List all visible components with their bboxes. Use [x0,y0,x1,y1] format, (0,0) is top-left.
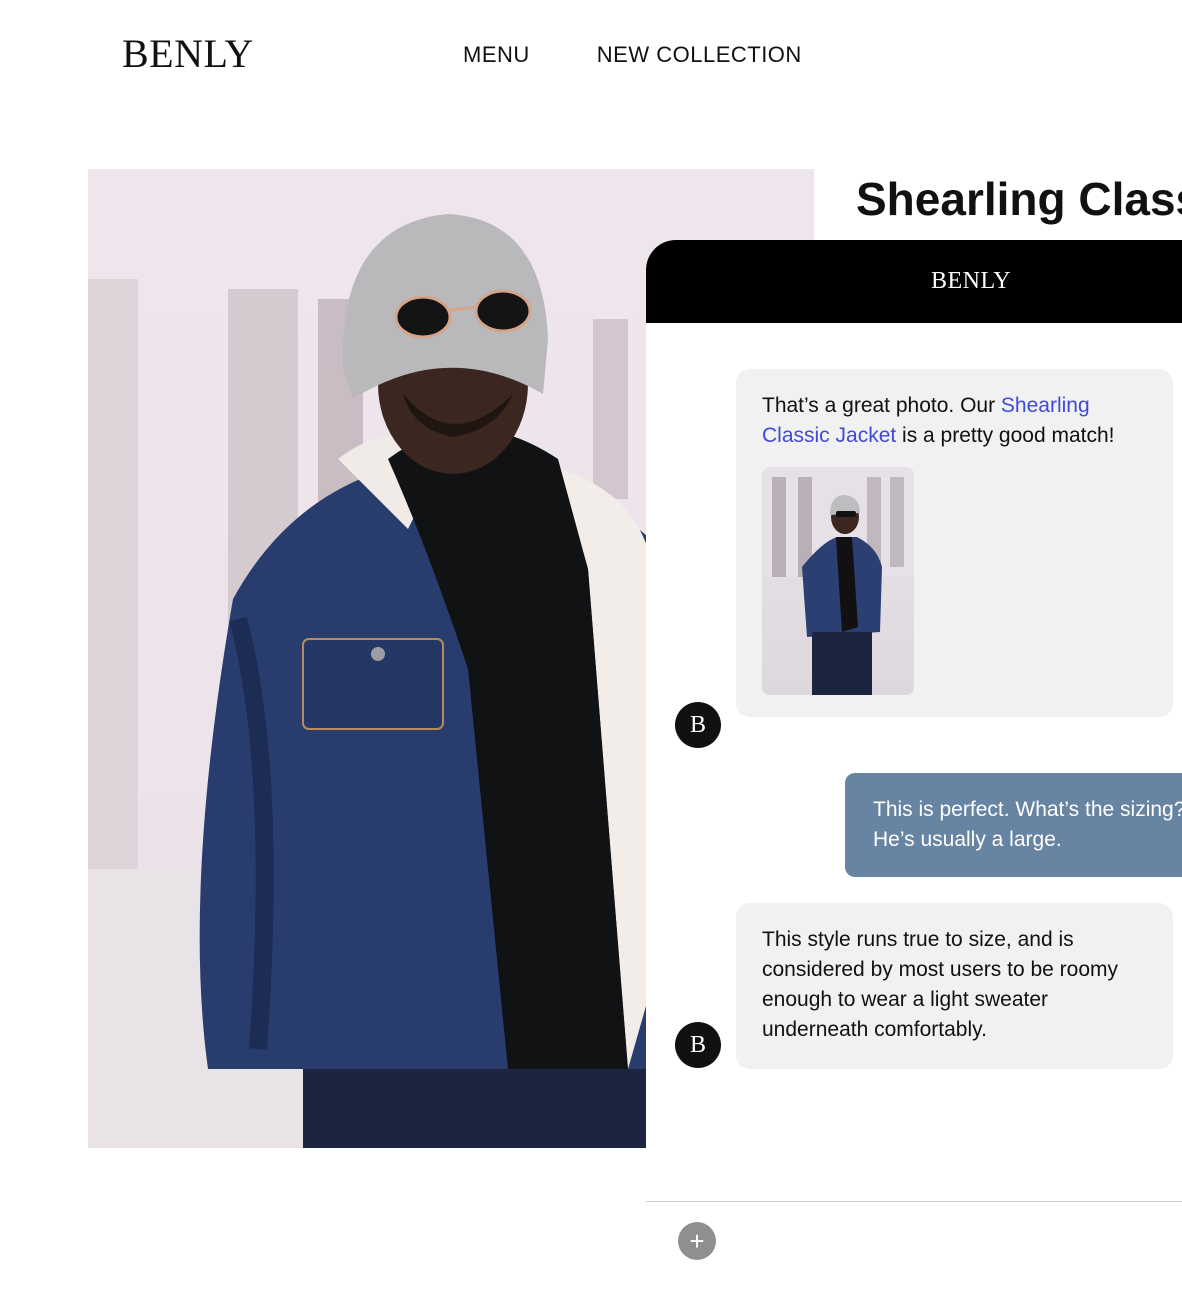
nav-new-collection[interactable]: NEW COLLECTION [597,42,802,68]
bot-message-text-end: is a pretty good match! [896,424,1115,447]
top-nav: MENU NEW COLLECTION [463,42,802,68]
chat-header-logo: BENLY [931,268,1012,294]
user-message-text: This is perfect. What’s the sizing? He’s… [873,798,1182,851]
bot-message: That’s a great photo. Our Shearling Clas… [736,369,1173,717]
nav-menu[interactable]: MENU [463,42,530,68]
product-thumbnail[interactable] [762,467,914,695]
user-message: This is perfect. What’s the sizing? He’s… [845,773,1182,877]
thumbnail-image [762,467,914,695]
chat-widget: BENLY That’s a great photo. Our Shearlin… [646,240,1182,1310]
bot-avatar: B [675,1022,721,1068]
bot-message: This style runs true to size, and is con… [736,903,1173,1069]
bot-avatar: B [675,702,721,748]
bot-message-text: That’s a great photo. Our [762,394,1001,417]
chat-header: BENLY [646,240,1182,323]
add-attachment-button[interactable]: + [678,1222,716,1260]
composer-divider [646,1201,1182,1202]
brand-logo[interactable]: BENLY [122,30,254,77]
product-title: Shearling Class [856,173,1182,225]
bot-message-text: This style runs true to size, and is con… [762,928,1118,1041]
